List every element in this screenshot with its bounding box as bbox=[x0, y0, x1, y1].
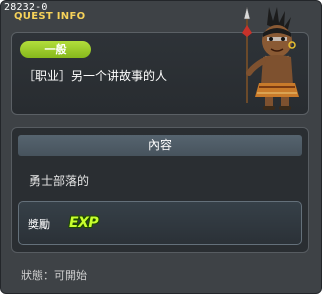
quest-status: 狀態：可開始 bbox=[21, 269, 87, 282]
category-badge: 一般 bbox=[20, 41, 91, 58]
quest-name: ［职业］另一个讲故事的人 bbox=[23, 69, 168, 83]
content-text: 勇士部落的 bbox=[29, 174, 90, 188]
quest-detail-panel: 內容 勇士部落的 獎勵 EXP bbox=[11, 127, 309, 253]
npc-portrait bbox=[242, 7, 299, 110]
exp-icon: EXP bbox=[69, 215, 99, 231]
window-title: QUEST INFO bbox=[14, 11, 86, 22]
reward-label: 獎勵 bbox=[28, 218, 50, 231]
content-header: 內容 bbox=[18, 135, 302, 156]
reward-box: 獎勵 EXP bbox=[18, 201, 302, 245]
quest-info-window: 28232-0 QUEST INFO 一般 ［职业］另一个讲故事的人 內容 勇士… bbox=[0, 0, 322, 294]
